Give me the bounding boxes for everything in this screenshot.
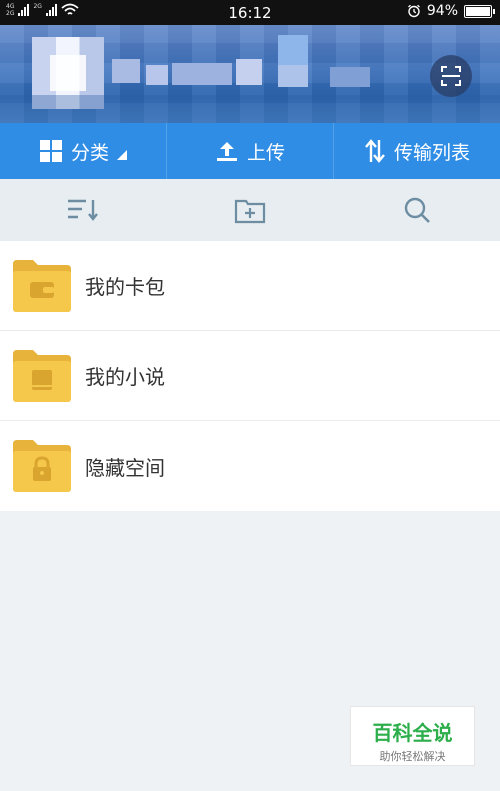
- folder-icon: [13, 349, 71, 402]
- new-folder-icon: [234, 199, 266, 224]
- transfer-icon: [365, 139, 385, 163]
- list-item[interactable]: 我的小说: [0, 331, 500, 421]
- category-label: 分类: [70, 141, 109, 164]
- watermark-badge: 百科全说 助你轻松解决: [350, 706, 475, 766]
- watermark-title: 百科全说: [372, 721, 453, 745]
- profile-banner: [0, 25, 500, 123]
- battery-percent: 94%: [426, 3, 458, 19]
- upload-button[interactable]: 上传: [166, 123, 333, 179]
- category-button[interactable]: 分类: [0, 123, 166, 179]
- folder-icon: [13, 440, 71, 492]
- book-icon: [32, 369, 52, 390]
- upload-label: 上传: [246, 141, 285, 164]
- watermark-subtitle: 助你轻松解决: [379, 750, 446, 763]
- status-right: 94%: [407, 3, 495, 19]
- file-list: 我的卡包 我的小说 隐藏空间: [0, 241, 500, 511]
- alarm-icon: [407, 4, 420, 18]
- file-actions-bar: [0, 179, 500, 241]
- scan-icon: [441, 66, 461, 86]
- file-name: 我的小说: [85, 365, 165, 389]
- wallet-icon: [30, 281, 54, 298]
- folder-icon: [13, 259, 71, 312]
- transfer-list-button[interactable]: 传输列表: [333, 123, 500, 179]
- grid-icon: [39, 140, 62, 162]
- upload-icon: [216, 142, 237, 161]
- search-button[interactable]: [333, 179, 500, 241]
- sort-button[interactable]: [0, 179, 167, 241]
- list-item[interactable]: 我的卡包: [0, 241, 500, 331]
- battery-fill: [466, 6, 491, 16]
- list-item[interactable]: 隐藏空间: [0, 421, 500, 511]
- main-toolbar: 分类 上传 传输列表: [0, 123, 500, 179]
- dropdown-triangle-icon: [117, 150, 127, 160]
- file-name: 隐藏空间: [85, 455, 165, 480]
- battery-icon: [464, 4, 495, 18]
- file-name: 我的卡包: [85, 275, 165, 299]
- scan-button[interactable]: [430, 55, 472, 97]
- sort-icon: [68, 199, 99, 221]
- status-bar: 4G 2G 2G 16:12 94%: [0, 0, 500, 25]
- transfer-list-label: 传输列表: [393, 141, 470, 164]
- search-icon: [404, 197, 430, 223]
- new-folder-button[interactable]: [167, 179, 334, 241]
